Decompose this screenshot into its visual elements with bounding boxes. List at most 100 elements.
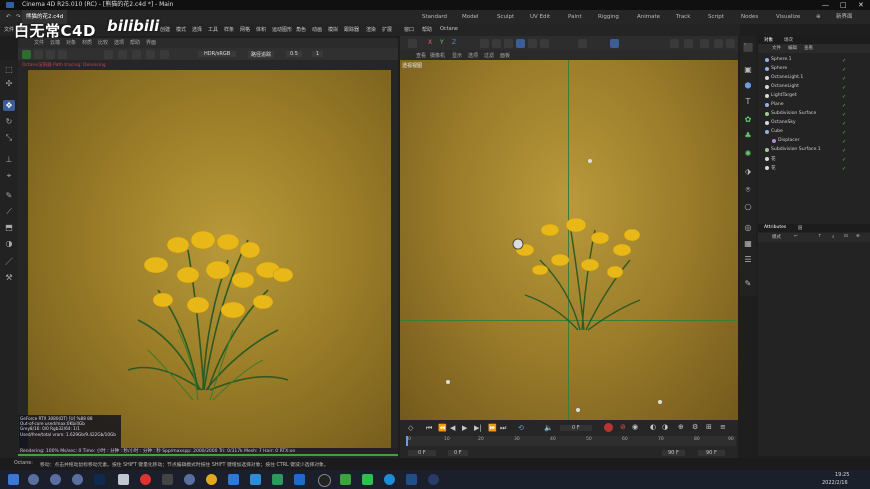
polygon-mode-icon[interactable]: ▣ <box>742 64 754 75</box>
render-queue-icon[interactable] <box>726 39 735 48</box>
tool-icon-6[interactable] <box>540 39 549 48</box>
tab-layers[interactable]: 层 <box>798 225 803 231</box>
visibility-check-icon[interactable]: ✓ <box>842 148 846 154</box>
up-icon[interactable]: ↑ <box>818 234 822 239</box>
start-frame-field[interactable]: 0 F <box>408 450 436 456</box>
object-row[interactable]: 花 ✓ <box>758 164 870 173</box>
move-icon[interactable]: ✥ <box>3 100 15 111</box>
loop-icon[interactable]: ⟲ <box>518 424 524 432</box>
keyframe-icon[interactable]: ◇ <box>408 424 413 432</box>
playhead[interactable] <box>406 436 408 446</box>
render-region-icon[interactable] <box>684 39 693 48</box>
close-icon[interactable]: ✕ <box>858 0 864 10</box>
visibility-check-icon[interactable]: ✓ <box>842 139 846 145</box>
new-layout-button[interactable]: 新界面 <box>832 10 857 24</box>
visibility-check-icon[interactable]: ✓ <box>842 103 846 109</box>
layout-uv-edit[interactable]: UV Edit <box>526 10 554 24</box>
paint-icon[interactable]: ◑ <box>3 238 15 249</box>
next-key-icon[interactable]: ⏩ <box>488 424 497 432</box>
spline-icon[interactable]: ✿ <box>742 114 754 125</box>
tool-icon-3[interactable] <box>504 39 513 48</box>
render-pause-icon[interactable] <box>46 50 55 59</box>
tool-icon-2[interactable] <box>492 39 501 48</box>
key-rot-icon[interactable]: ◑ <box>662 423 668 431</box>
lock-attr-icon[interactable]: ⊡ <box>844 234 848 239</box>
preview-end-field[interactable]: 90 F <box>662 450 685 456</box>
scale-icon[interactable]: ⤡ <box>3 132 15 143</box>
globe-icon[interactable]: ◎ <box>742 222 754 233</box>
menu-character[interactable]: 角色 <box>296 26 306 33</box>
viewer-menu-options[interactable]: 选项 <box>114 39 124 46</box>
render-mode-select[interactable]: 路径追踪 <box>248 51 275 58</box>
visibility-check-icon[interactable]: ✓ <box>842 94 846 100</box>
rotate-icon[interactable]: ↻ <box>3 116 15 127</box>
audio-icon[interactable]: 🔈 <box>544 424 553 432</box>
menu-tools[interactable]: 工具 <box>208 26 218 33</box>
chrome-icon[interactable] <box>206 474 217 485</box>
tab-objects[interactable]: 对象 <box>764 37 773 43</box>
add-layout-icon[interactable]: ⊕ <box>812 10 825 24</box>
axis-x-button[interactable]: X <box>428 39 432 46</box>
camera-icon[interactable]: ⎔ <box>742 202 754 213</box>
menu-help[interactable]: 帮助 <box>422 26 432 33</box>
visibility-check-icon[interactable]: ✓ <box>842 58 846 64</box>
taskbar-app-13[interactable] <box>294 474 305 485</box>
axis-icon[interactable]: ⊥ <box>3 154 15 165</box>
menu-file[interactable]: 文件 <box>4 26 14 33</box>
snap-icon[interactable]: ⌖ <box>3 170 15 181</box>
layout-animate[interactable]: Animate <box>633 10 664 24</box>
menu-select[interactable]: 选择 <box>192 26 202 33</box>
viewer-menu-file[interactable]: 文件 <box>34 39 44 46</box>
undo-view-icon[interactable] <box>408 39 417 48</box>
menu-window[interactable]: 窗口 <box>404 26 414 33</box>
viewer-menu-gui[interactable]: 界面 <box>146 39 156 46</box>
search-icon[interactable]: ⌕ <box>832 234 835 240</box>
render-start-icon[interactable] <box>22 50 31 59</box>
color-icon[interactable] <box>160 50 169 59</box>
object-row[interactable]: Sphere.1 ✓ <box>758 56 870 65</box>
taskbar-app-2[interactable] <box>50 474 61 485</box>
transform-icon[interactable]: ✣ <box>3 78 15 89</box>
record-icon[interactable] <box>604 423 613 432</box>
obj-menu-view[interactable]: 查看 <box>804 45 813 51</box>
snap-toggle-icon[interactable] <box>578 39 587 48</box>
picture-viewer-icon[interactable] <box>714 39 723 48</box>
generator-icon[interactable]: ♣ <box>742 130 754 141</box>
menu-extensions[interactable]: 扩展 <box>382 26 392 33</box>
attributes-mode-menu[interactable]: 模式 <box>772 234 781 240</box>
layers-icon[interactable]: ☰ <box>742 254 754 265</box>
viewer-menu-materials[interactable]: 材质 <box>82 39 92 46</box>
visibility-check-icon[interactable]: ✓ <box>842 166 846 172</box>
taskbar-app-15[interactable] <box>340 474 351 485</box>
taskbar-app-12[interactable] <box>272 474 283 485</box>
viewer-menu-help[interactable]: 帮助 <box>130 39 140 46</box>
visibility-check-icon[interactable]: ✓ <box>842 67 846 73</box>
photoshop-icon[interactable] <box>94 474 105 485</box>
edge-icon[interactable] <box>384 474 395 485</box>
object-row[interactable]: OctaneLight.1 ✓ <box>758 74 870 83</box>
menu-mesh[interactable]: 网格 <box>240 26 250 33</box>
visibility-check-icon[interactable]: ✓ <box>842 85 846 91</box>
axis-z-button[interactable]: Z <box>452 39 456 46</box>
select-icon[interactable]: ⬚ <box>3 64 15 75</box>
clay-icon[interactable] <box>146 50 155 59</box>
visibility-check-icon[interactable]: ✓ <box>842 157 846 163</box>
menu-mograph[interactable]: 运动图形 <box>272 26 292 33</box>
brush-icon[interactable]: ✎ <box>3 190 15 201</box>
light-icon[interactable]: ⍟ <box>742 184 754 195</box>
layout-sculpt[interactable]: Sculpt <box>493 10 518 24</box>
object-row[interactable]: OctaneSky ✓ <box>758 119 870 128</box>
render-view-icon[interactable] <box>670 39 679 48</box>
object-row[interactable]: Cube ✓ <box>758 128 870 137</box>
key-pos-icon[interactable]: ◐ <box>650 423 656 431</box>
value-field-2[interactable]: 1 <box>312 51 324 57</box>
tool-icon-1[interactable] <box>480 39 489 48</box>
taskbar-app-5[interactable] <box>118 474 129 485</box>
extrude-icon[interactable]: ⬒ <box>3 222 15 233</box>
key-scale-icon[interactable]: ⊕ <box>678 423 684 431</box>
taskbar-app-3[interactable] <box>72 474 83 485</box>
layout-paint[interactable]: Paint <box>564 10 586 24</box>
visibility-check-icon[interactable]: ✓ <box>842 112 846 118</box>
text-icon[interactable]: T <box>742 96 754 107</box>
end-frame-field[interactable]: 90 F <box>698 450 725 456</box>
